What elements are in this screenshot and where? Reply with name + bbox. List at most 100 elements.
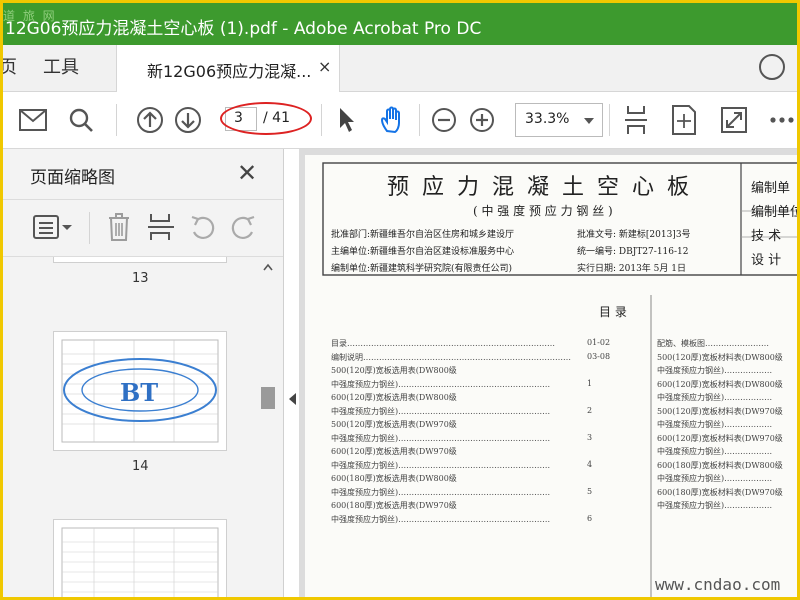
- toolbar-divider: [419, 104, 420, 136]
- pdf-page: 预 应 力 混 凝 土 空 心 板 ( 中 强 度 预 应 力 钢 丝 ) 批准…: [305, 155, 797, 597]
- page-thumbnail[interactable]: [53, 257, 227, 263]
- search-icon[interactable]: [63, 92, 99, 148]
- scrolling-mode-icon[interactable]: [619, 92, 653, 148]
- scrollbar-thumb[interactable]: [261, 387, 275, 409]
- fit-page-icon[interactable]: [667, 92, 701, 148]
- stamp-text: BT: [120, 378, 159, 407]
- rotate-counterclockwise-icon[interactable]: [189, 214, 217, 246]
- toc-title: 目 录: [599, 305, 627, 319]
- toolbar-divider: [89, 212, 90, 244]
- toolbar-divider: [116, 104, 117, 136]
- toc-entry: 中强度预应力钢丝)………………: [657, 420, 773, 429]
- panel-toolbar: [3, 199, 283, 257]
- toc-page-number: 01-02: [587, 338, 611, 347]
- thumbnails-panel: 页面缩略图 ✕ 13 BT 14: [3, 149, 284, 597]
- chevron-down-icon: [584, 118, 594, 124]
- doc-side-label: 技 术: [751, 229, 782, 244]
- toc-entry: 600(120厚)宽板材料表(DW970级: [657, 433, 783, 443]
- hand-icon[interactable]: [375, 92, 411, 148]
- doc-subtitle: ( 中 强 度 预 应 力 钢 丝 ): [473, 204, 613, 218]
- previous-page-icon[interactable]: [133, 92, 167, 148]
- rotate-clockwise-icon[interactable]: [229, 214, 257, 246]
- page-thumbnail[interactable]: BT: [53, 331, 227, 451]
- doc-meta-right: 实行日期: 2013年 5月 1日: [577, 264, 686, 274]
- zoom-in-icon[interactable]: [465, 92, 499, 148]
- trash-icon[interactable]: [107, 212, 131, 246]
- doc-meta-line: 编制单位:新疆建筑科学研究院(有限责任公司): [331, 264, 513, 274]
- toc-entry: 中强度预应力钢丝)………………: [657, 393, 773, 402]
- toc-entry: 中强度预应力钢丝)…………………………………………………: [331, 514, 551, 524]
- tab-tools[interactable]: 工具: [43, 45, 79, 91]
- toc-entry: 中强度预应力钢丝)…………………………………………………: [331, 460, 551, 470]
- toc-entry: 编制说明……………………………………………………………………: [331, 352, 571, 362]
- toc-entry: 500(120厚)宽板材料表(DW800级: [657, 352, 783, 362]
- toolbar-divider: [609, 104, 610, 136]
- toc-entry: 600(120厚)宽板选用表(DW800级: [331, 393, 457, 402]
- zoom-select[interactable]: 33.3%: [515, 103, 603, 137]
- thumbnail-label: 13: [132, 271, 149, 286]
- page-thumbnail[interactable]: [53, 519, 227, 597]
- toc-page-number: 1: [587, 378, 593, 388]
- doc-side-label: 设 计: [751, 253, 782, 268]
- extract-pages-icon[interactable]: [147, 212, 175, 246]
- doc-title: 预 应 力 混 凝 土 空 心 板: [387, 175, 692, 200]
- email-icon[interactable]: [15, 92, 51, 148]
- options-menu-icon[interactable]: [33, 214, 73, 244]
- close-tab-icon[interactable]: ×: [318, 57, 331, 76]
- toc-entry: 配筋、模板图……………………: [657, 339, 769, 348]
- toc-entry: 600(180厚)宽板选用表(DW800级: [331, 474, 457, 483]
- zoom-value: 33.3%: [525, 111, 570, 127]
- doc-meta-right: 批准文号: 新建标[2013]3号: [577, 230, 691, 240]
- zoom-out-icon[interactable]: [427, 92, 461, 148]
- toc-entry: 中强度预应力钢丝)…………………………………………………: [331, 379, 551, 389]
- more-options-icon[interactable]: [767, 92, 797, 148]
- toc-entry: 600(180厚)宽板选用表(DW970级: [331, 501, 457, 510]
- toc-entry: 中强度预应力钢丝)………………: [657, 366, 773, 375]
- toc-page-number: 4: [587, 459, 593, 469]
- toc-entry: 中强度预应力钢丝)………………: [657, 447, 773, 456]
- window-title: 12G06预应力混凝土空心板 (1).pdf - Adobe Acrobat P…: [5, 19, 482, 39]
- toolbar-divider: [321, 104, 322, 136]
- toc-entry: 中强度预应力钢丝)………………: [657, 474, 773, 483]
- toc-entry: 500(120厚)宽板选用表(DW800级: [331, 366, 457, 375]
- tab-home[interactable]: 页: [3, 45, 17, 91]
- doc-side-label: 编制单位: [751, 205, 797, 220]
- panel-scrollbar[interactable]: [261, 261, 275, 597]
- toc-page-number: 2: [587, 405, 593, 415]
- title-bar: 道 旅 网 12G06预应力混凝土空心板 (1).pdf - Adobe Acr…: [3, 3, 797, 45]
- doc-meta-line: 批准部门:新疆维吾尔自治区住房和城乡建设厅: [331, 230, 515, 240]
- next-page-icon[interactable]: [171, 92, 205, 148]
- toc-entry: 600(180厚)宽板材料表(DW970级: [657, 487, 783, 497]
- toc-entry: 中强度预应力钢丝)…………………………………………………: [331, 406, 551, 416]
- toc-page-number: 6: [587, 513, 593, 523]
- toc-page-number: 03-08: [587, 351, 611, 361]
- full-screen-icon[interactable]: [717, 92, 751, 148]
- tab-document[interactable]: 新12G06预应力混凝... ×: [116, 45, 340, 92]
- site-watermark: www.cndao.com: [655, 575, 781, 594]
- toolbar: 3 / 41 33.3%: [3, 92, 797, 149]
- toc-entry: 中强度预应力钢丝)………………: [657, 501, 773, 510]
- toc-entry: 500(120厚)宽板材料表(DW970级: [657, 406, 783, 416]
- toc-page-number: 5: [587, 486, 593, 496]
- toc-entry: 中强度预应力钢丝)…………………………………………………: [331, 487, 551, 497]
- toc-entry: 目录……………………………………………………………………: [331, 339, 555, 348]
- close-panel-icon[interactable]: ✕: [237, 159, 257, 187]
- acrobat-window: 道 旅 网 12G06预应力混凝土空心板 (1).pdf - Adobe Acr…: [3, 3, 797, 597]
- help-icon[interactable]: [759, 54, 785, 80]
- doc-meta-line: 主编单位:新疆维吾尔自治区建设标准服务中心: [331, 247, 515, 257]
- select-pointer-icon[interactable]: [333, 92, 361, 148]
- doc-meta-right: 统一编号: DBJT27-116-12: [577, 247, 689, 257]
- tab-bar: 页 工具 新12G06预应力混凝... ×: [3, 45, 797, 92]
- highlight-annotation: [220, 102, 312, 135]
- toc-entry: 中强度预应力钢丝)…………………………………………………: [331, 433, 551, 443]
- toc-entry: 600(120厚)宽板选用表(DW970级: [331, 447, 457, 456]
- toc-page-number: 3: [587, 432, 593, 442]
- collapse-panel-icon[interactable]: [289, 393, 296, 405]
- toc-entry: 500(120厚)宽板选用表(DW970级: [331, 420, 457, 429]
- document-view[interactable]: 预 应 力 混 凝 土 空 心 板 ( 中 强 度 预 应 力 钢 丝 ) 批准…: [299, 149, 797, 597]
- toc-entry: 600(120厚)宽板材料表(DW800级: [657, 379, 783, 389]
- panel-title: 页面缩略图: [30, 168, 115, 188]
- toc-entry: 600(180厚)宽板材料表(DW800级: [657, 460, 783, 470]
- doc-side-label: 编制单: [751, 181, 791, 196]
- tab-document-label: 新12G06预应力混凝...: [147, 62, 312, 81]
